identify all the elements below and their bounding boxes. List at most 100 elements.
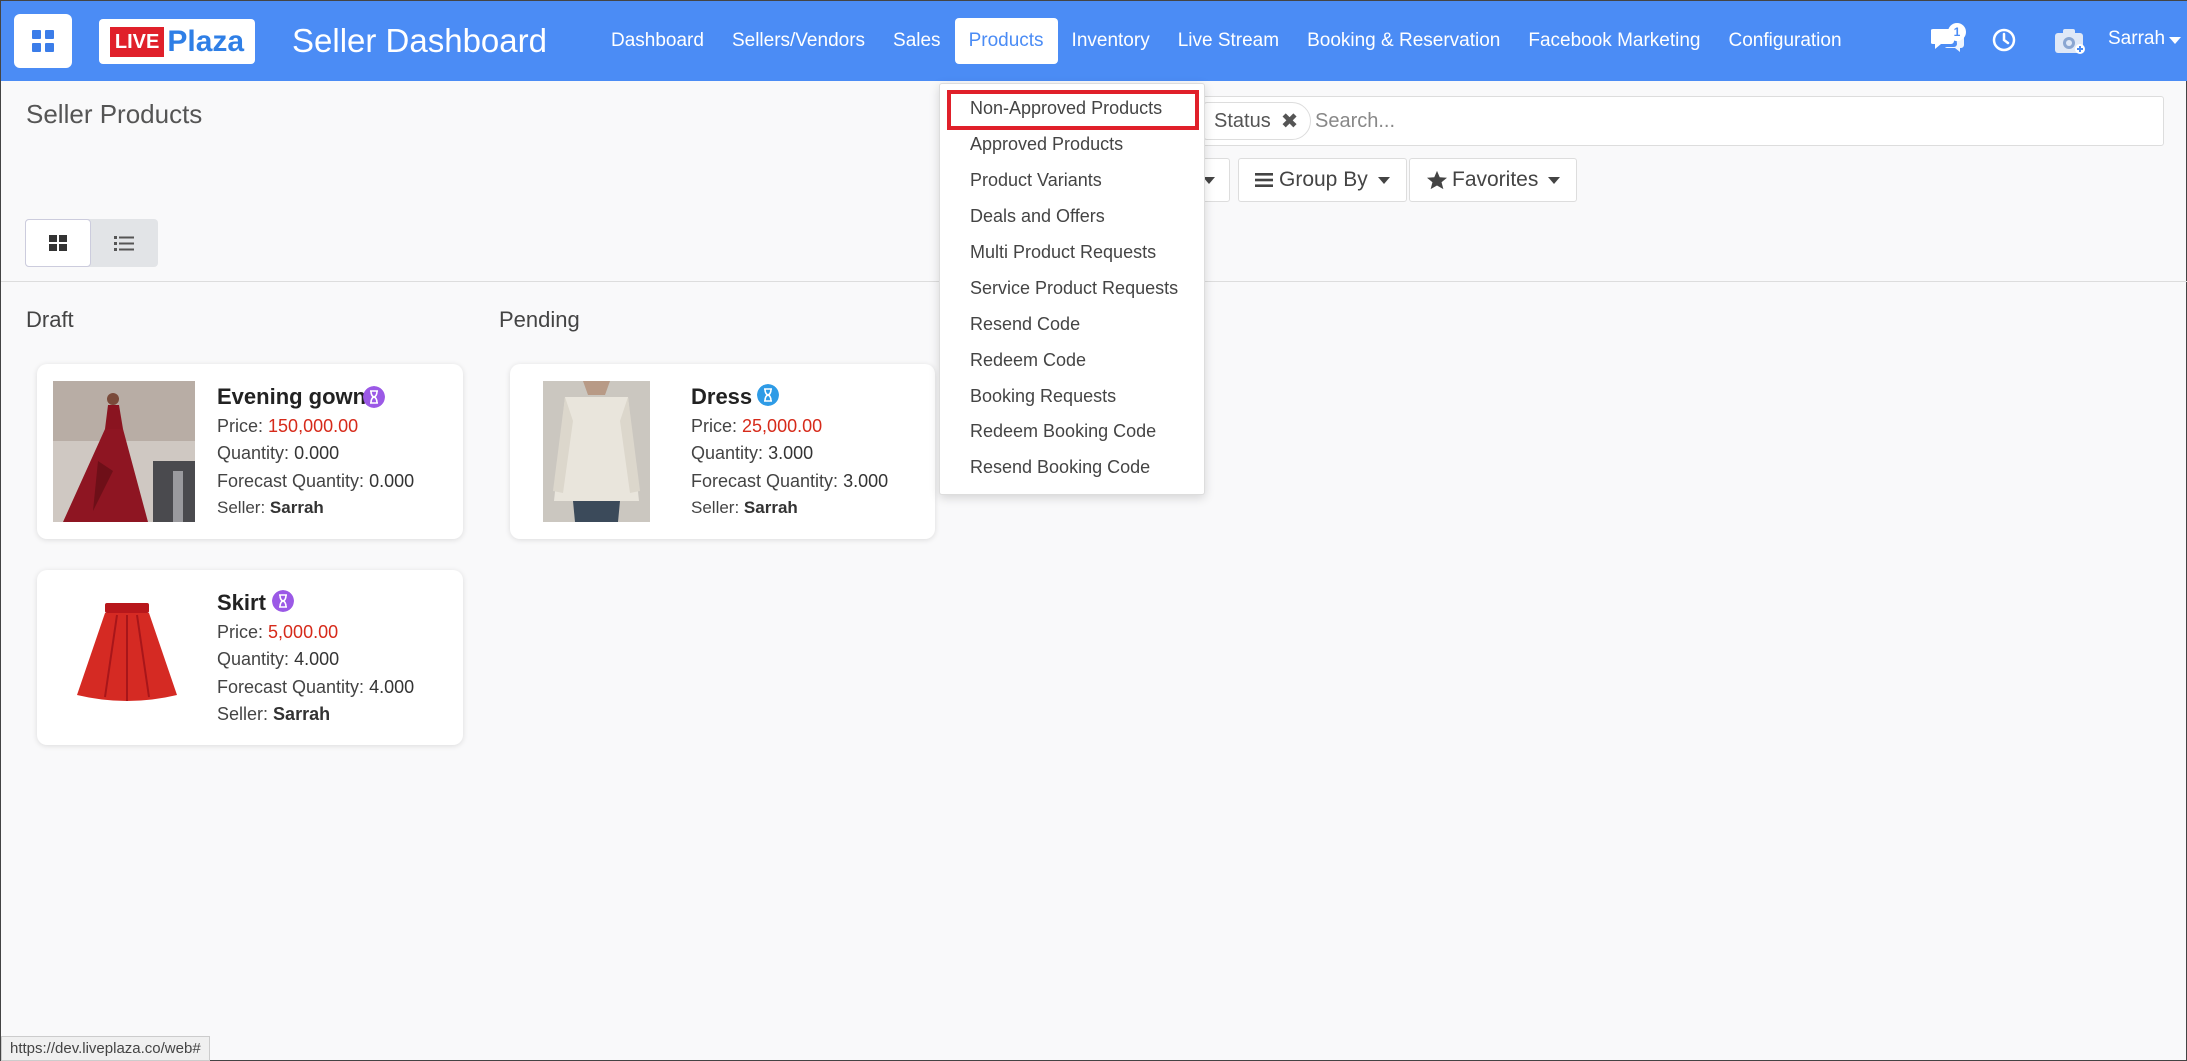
- seller-value: Sarrah: [269, 498, 324, 517]
- forecast-label: Forecast Quantity:: [217, 471, 365, 491]
- quantity-label: Quantity:: [217, 443, 290, 463]
- hourglass-icon: [363, 386, 385, 408]
- seller-value: Sarrah: [273, 704, 331, 724]
- status-facet[interactable]: Status ✖: [1203, 102, 1312, 140]
- quantity-label: Quantity:: [691, 443, 764, 463]
- user-name[interactable]: Sarrah: [2108, 28, 2165, 50]
- quantity-value: 0.000: [294, 443, 340, 463]
- product-name: Dress: [691, 384, 753, 409]
- app-title: Seller Dashboard: [292, 22, 547, 59]
- kanban-view-button[interactable]: [25, 219, 91, 267]
- menu-item-product-variants[interactable]: Product Variants: [970, 170, 1102, 191]
- chevron-down-icon: [1377, 176, 1390, 184]
- seller-line: Seller: Sarrah: [217, 704, 330, 725]
- group-by-label: Group By: [1279, 168, 1368, 191]
- product-card-skirt[interactable]: Skirt Price: 5,000.00 Quantity: 4.000 Fo…: [37, 570, 463, 745]
- nav-inventory[interactable]: Inventory: [1058, 18, 1164, 64]
- forecast-label: Forecast Quantity:: [691, 471, 839, 491]
- hourglass-icon: [757, 384, 779, 406]
- seller-value: Sarrah: [743, 498, 798, 517]
- forecast-value: 0.000: [369, 471, 415, 491]
- products-dropdown-menu: Non-Approved Products Approved Products …: [939, 83, 1205, 495]
- menu-item-multi-product-requests[interactable]: Multi Product Requests: [970, 242, 1156, 263]
- nav-sellers-vendors[interactable]: Sellers/Vendors: [718, 18, 879, 64]
- group-by-button[interactable]: Group By: [1238, 158, 1407, 202]
- menu-item-service-product-requests[interactable]: Service Product Requests: [970, 278, 1178, 299]
- product-image-dress: [543, 381, 650, 522]
- menu-item-redeem-code[interactable]: Redeem Code: [970, 350, 1086, 371]
- nav-facebook-marketing[interactable]: Facebook Marketing: [1514, 18, 1714, 64]
- menu-item-booking-requests[interactable]: Booking Requests: [970, 386, 1116, 407]
- nav-dashboard[interactable]: Dashboard: [597, 18, 718, 64]
- quantity-line: Quantity: 4.000: [217, 649, 339, 670]
- forecast-line: Forecast Quantity: 4.000: [217, 677, 414, 698]
- menu-item-resend-code[interactable]: Resend Code: [970, 314, 1080, 335]
- seller-line: Seller: Sarrah: [691, 498, 798, 518]
- avatar-icon[interactable]: [2053, 25, 2087, 55]
- product-card-dress[interactable]: Dress Price: 25,000.00 Quantity: 3.000 F…: [510, 364, 935, 539]
- forecast-value: 4.000: [369, 677, 415, 697]
- seller-label: Seller:: [217, 704, 269, 724]
- quantity-label: Quantity:: [217, 649, 290, 669]
- nav-booking-reservation[interactable]: Booking & Reservation: [1293, 18, 1514, 64]
- star-icon: [1427, 170, 1447, 190]
- price-value: 5,000.00: [268, 622, 339, 642]
- price-value: 25,000.00: [742, 416, 823, 436]
- quantity-value: 4.000: [294, 649, 340, 669]
- nav-products[interactable]: Products: [954, 18, 1058, 64]
- forecast-line: Forecast Quantity: 0.000: [217, 471, 414, 492]
- column-title-draft: Draft: [26, 307, 74, 332]
- top-navbar: LIVE Plaza Seller Dashboard Dashboard Sel…: [1, 1, 2187, 81]
- forecast-line: Forecast Quantity: 3.000: [691, 471, 888, 492]
- status-url-bar: https://dev.liveplaza.co/web#: [1, 1036, 210, 1061]
- clock-icon[interactable]: [1991, 27, 2017, 53]
- chevron-down-icon: [1548, 176, 1561, 184]
- logo-live-text: LIVE: [109, 26, 165, 57]
- nav-configuration[interactable]: Configuration: [1715, 18, 1856, 64]
- close-icon[interactable]: ✖: [1281, 109, 1299, 134]
- price-line: Price: 150,000.00: [217, 416, 358, 437]
- facet-label: Status: [1214, 109, 1271, 132]
- seller-label: Seller:: [691, 498, 740, 517]
- search-input[interactable]: [1315, 107, 2115, 135]
- view-switcher: [25, 219, 158, 267]
- chat-count-badge: 1: [1948, 23, 1966, 41]
- logo-plaza-text: Plaza: [167, 24, 245, 58]
- product-image-evening-gown: [53, 381, 195, 522]
- seller-line: Seller: Sarrah: [217, 498, 324, 518]
- price-label: Price:: [691, 416, 738, 436]
- kanban-grid-icon: [49, 235, 67, 251]
- price-label: Price:: [217, 416, 264, 436]
- chevron-down-icon[interactable]: [2169, 37, 2181, 44]
- menu-item-deals-and-offers[interactable]: Deals and Offers: [970, 206, 1105, 227]
- price-line: Price: 25,000.00: [691, 416, 822, 437]
- forecast-label: Forecast Quantity:: [217, 677, 365, 697]
- product-card-evening-gown[interactable]: Evening gown Price: 150,000.00 Quantity:…: [37, 364, 463, 539]
- quantity-line: Quantity: 0.000: [217, 443, 339, 464]
- price-line: Price: 5,000.00: [217, 622, 338, 643]
- favorites-label: Favorites: [1452, 168, 1539, 191]
- list-view-button[interactable]: [91, 219, 157, 267]
- menu-item-approved-products[interactable]: Approved Products: [970, 134, 1123, 155]
- menu-item-redeem-booking-code[interactable]: Redeem Booking Code: [970, 421, 1156, 442]
- list-icon: [114, 236, 134, 251]
- apps-menu-button[interactable]: [14, 14, 72, 68]
- nav-live-stream[interactable]: Live Stream: [1164, 18, 1293, 64]
- highlight-box: [947, 90, 1199, 130]
- seller-label: Seller:: [217, 498, 266, 517]
- page-title: Seller Products: [26, 99, 203, 129]
- bars-icon: [1255, 173, 1273, 187]
- nav-sales[interactable]: Sales: [879, 18, 955, 64]
- price-label: Price:: [217, 622, 264, 642]
- column-title-pending: Pending: [499, 307, 580, 332]
- hourglass-icon: [272, 590, 294, 612]
- menu-item-resend-booking-code[interactable]: Resend Booking Code: [970, 457, 1150, 478]
- forecast-value: 3.000: [843, 471, 889, 491]
- main-nav: Dashboard Sellers/Vendors Sales Products…: [597, 18, 1856, 64]
- quantity-line: Quantity: 3.000: [691, 443, 813, 464]
- product-image-skirt: [67, 595, 187, 710]
- price-value: 150,000.00: [268, 416, 359, 436]
- favorites-button[interactable]: Favorites: [1409, 158, 1578, 202]
- product-name: Skirt: [217, 590, 266, 615]
- liveplaza-logo[interactable]: LIVE Plaza: [99, 19, 255, 64]
